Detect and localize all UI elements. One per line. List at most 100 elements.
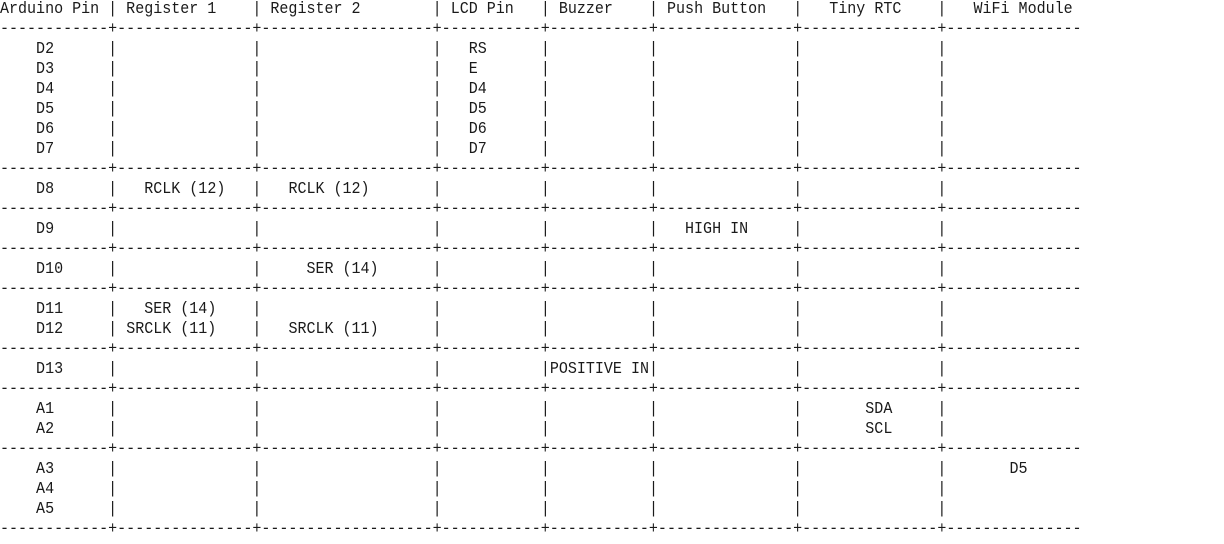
- column-divider: |: [793, 400, 803, 419]
- row-separator: ------------+---------------+-----------…: [0, 520, 1082, 539]
- row-separator: ------------+---------------+-----------…: [0, 240, 1082, 259]
- column-divider: |: [793, 0, 803, 19]
- column-divider: |: [540, 220, 550, 239]
- column-divider: |: [108, 0, 118, 19]
- column-divider: |: [937, 420, 947, 439]
- column-divider: |: [540, 0, 550, 19]
- column-divider: |: [432, 180, 442, 199]
- column-divider: |: [252, 460, 262, 479]
- table-cell: D7: [468, 140, 487, 159]
- column-divider: |: [108, 40, 118, 59]
- column-divider: |: [648, 400, 658, 419]
- table-cell: D5: [1009, 460, 1028, 479]
- column-divider: |: [108, 300, 118, 319]
- column-divider: |: [793, 320, 803, 339]
- column-divider: |: [108, 460, 118, 479]
- arduino-pin-cell: A1: [36, 400, 55, 419]
- column-header: Register 1: [126, 0, 217, 19]
- column-divider: |: [252, 300, 262, 319]
- column-divider: |: [540, 460, 550, 479]
- row-separator: ------------+---------------+-----------…: [0, 440, 1082, 459]
- column-divider: |: [793, 480, 803, 499]
- column-divider: |: [540, 480, 550, 499]
- row-separator: ------------+---------------+-----------…: [0, 160, 1082, 179]
- column-divider: |: [108, 480, 118, 499]
- column-divider: |: [252, 480, 262, 499]
- column-divider: |: [252, 60, 262, 79]
- table-cell: SDA: [865, 400, 893, 419]
- column-divider: |: [793, 140, 803, 159]
- column-divider: |: [252, 500, 262, 519]
- column-header: Register 2: [270, 0, 361, 19]
- arduino-pin-cell: A3: [36, 460, 55, 479]
- column-divider: |: [648, 260, 658, 279]
- arduino-pin-cell: A4: [36, 480, 55, 499]
- table-cell: SCL: [865, 420, 893, 439]
- column-divider: |: [432, 360, 442, 379]
- column-divider: |: [540, 40, 550, 59]
- column-divider: |: [252, 420, 262, 439]
- pin-mapping-ascii-table: Arduino Pin | Register 1 | Register 2 | …: [0, 0, 1082, 540]
- column-divider: |: [540, 300, 550, 319]
- column-divider: |: [648, 460, 658, 479]
- column-divider: |: [937, 80, 947, 99]
- column-divider: |: [793, 60, 803, 79]
- row-separator: ------------+---------------+-----------…: [0, 280, 1082, 299]
- arduino-pin-cell: D3: [36, 60, 55, 79]
- column-divider: |: [937, 0, 947, 19]
- column-divider: |: [793, 500, 803, 519]
- column-divider: |: [648, 120, 658, 139]
- column-divider: |: [937, 320, 947, 339]
- table-cell: POSITIVE IN: [549, 360, 649, 379]
- column-divider: |: [108, 420, 118, 439]
- column-divider: |: [432, 0, 442, 19]
- column-divider: |: [937, 120, 947, 139]
- table-cell: D4: [468, 80, 487, 99]
- column-divider: |: [540, 320, 550, 339]
- arduino-pin-cell: D11: [36, 300, 64, 319]
- column-divider: |: [252, 40, 262, 59]
- column-divider: |: [648, 100, 658, 119]
- arduino-pin-cell: D5: [36, 100, 55, 119]
- column-divider: |: [937, 40, 947, 59]
- column-divider: |: [648, 360, 658, 379]
- column-divider: |: [252, 260, 262, 279]
- column-divider: |: [108, 360, 118, 379]
- column-divider: |: [540, 420, 550, 439]
- column-divider: |: [540, 180, 550, 199]
- column-header: Buzzer: [558, 0, 613, 19]
- column-header: Arduino Pin: [0, 0, 100, 19]
- column-divider: |: [937, 480, 947, 499]
- column-header: LCD Pin: [450, 0, 514, 19]
- table-cell: SER (14): [144, 300, 217, 319]
- table-cell: SRCLK (11): [126, 320, 217, 339]
- column-divider: |: [108, 60, 118, 79]
- column-divider: |: [252, 100, 262, 119]
- column-divider: |: [793, 40, 803, 59]
- column-divider: |: [648, 500, 658, 519]
- column-divider: |: [252, 140, 262, 159]
- column-divider: |: [648, 180, 659, 199]
- column-divider: |: [108, 180, 118, 199]
- arduino-pin-cell: D8: [36, 180, 55, 199]
- arduino-pin-cell: D10: [36, 260, 64, 279]
- column-divider: |: [937, 60, 947, 79]
- column-header: Push Button: [667, 0, 767, 19]
- column-divider: |: [252, 180, 262, 199]
- table-cell: SER (14): [306, 260, 379, 279]
- column-divider: |: [648, 0, 659, 19]
- column-divider: |: [937, 360, 947, 379]
- column-divider: |: [540, 140, 550, 159]
- column-divider: |: [793, 120, 803, 139]
- column-divider: |: [937, 140, 947, 159]
- column-divider: |: [432, 60, 442, 79]
- column-divider: |: [252, 0, 262, 19]
- table-cell: RS: [468, 40, 487, 59]
- row-separator: ------------+---------------+-----------…: [0, 380, 1082, 399]
- column-divider: |: [937, 180, 947, 199]
- column-divider: |: [648, 60, 658, 79]
- arduino-pin-cell: D13: [36, 360, 64, 379]
- column-divider: |: [648, 320, 659, 339]
- column-divider: |: [252, 80, 262, 99]
- column-divider: |: [540, 80, 550, 99]
